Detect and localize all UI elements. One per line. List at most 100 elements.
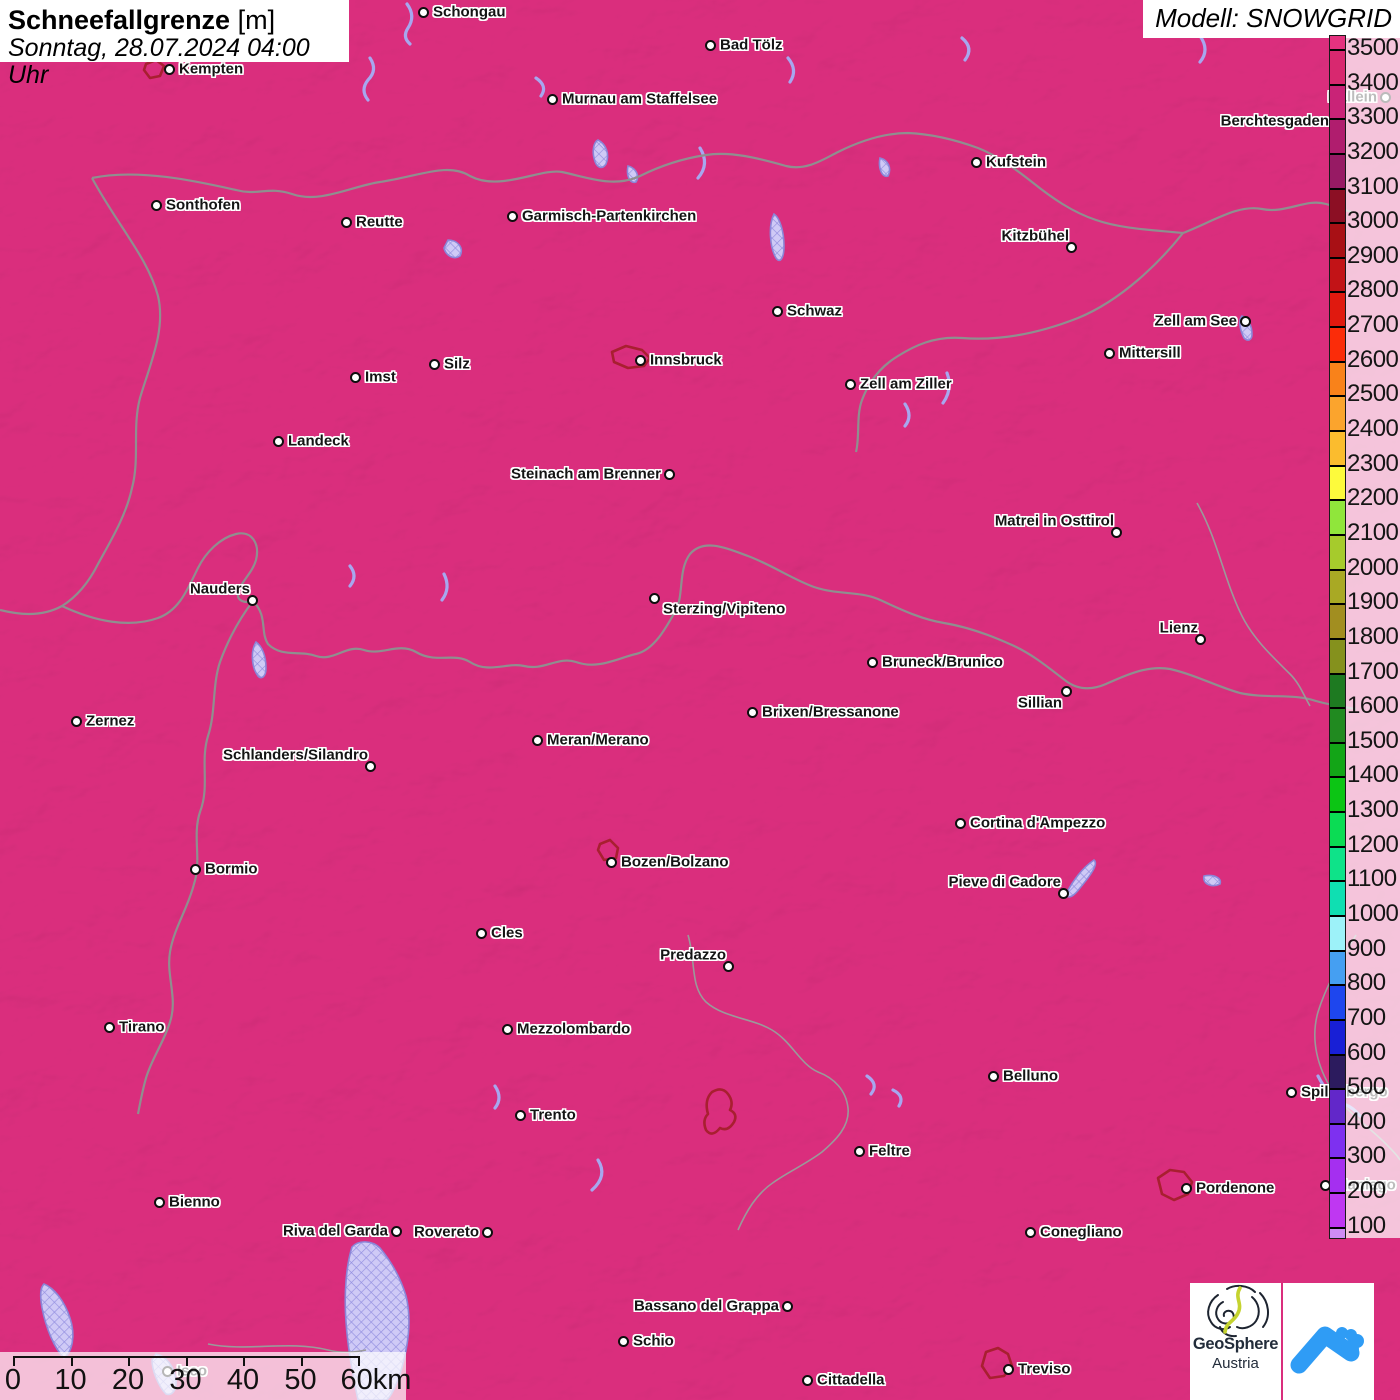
city-label: Berchtesgaden (1220, 112, 1329, 130)
colorbar-tick (1330, 1088, 1345, 1091)
title-unit: [m] (230, 5, 276, 35)
model-label: Modell: SNOWGRID (1155, 3, 1392, 33)
city-label: Meran/Merano (547, 731, 649, 749)
colorbar-band (1330, 223, 1345, 258)
scalebar-label: 40 (226, 1364, 260, 1396)
colorbar-tick-label: 3100 (1347, 172, 1399, 200)
city-dot (475, 927, 487, 939)
colorbar-tick (1330, 776, 1345, 779)
colorbar-band (1330, 742, 1345, 778)
colorbar-tick-label: 2600 (1347, 345, 1399, 373)
colorbar (1329, 35, 1346, 1239)
city-label: Cortina d'Ampezzo (970, 814, 1106, 832)
city-dot (954, 817, 966, 829)
colorbar-tick-label: 200 (1347, 1176, 1386, 1204)
colorbar-tick-label: 1200 (1347, 830, 1399, 858)
colorbar-band (1330, 188, 1345, 224)
colorbar-tick (1330, 464, 1345, 467)
colorbar-band (1330, 1158, 1345, 1194)
colorbar-tick-label: 400 (1347, 1107, 1386, 1135)
colorbar-band (1330, 916, 1345, 951)
city-dot (1239, 315, 1251, 327)
colorbar-band (1330, 673, 1345, 709)
colorbar-band (1330, 708, 1345, 743)
colorbar-tick (1330, 741, 1345, 744)
city-dot (1285, 1086, 1297, 1098)
city-label: Imst (365, 368, 396, 386)
colorbar-band (1330, 36, 1345, 50)
colorbar-tick (1330, 118, 1345, 121)
colorbar-band (1330, 638, 1345, 674)
colorbar-tick (1330, 83, 1345, 86)
geosphere-logo-subtext: Austria (1212, 1355, 1259, 1372)
colorbar-tick (1330, 1122, 1345, 1125)
colorbar-tick (1330, 880, 1345, 883)
colorbar-tick-label: 2000 (1347, 553, 1399, 581)
city-label: Mittersill (1119, 344, 1181, 362)
colorbar-tick-label: 600 (1347, 1038, 1386, 1066)
city-label: Tirano (119, 1018, 165, 1036)
city-dot (506, 210, 518, 222)
city-dot (746, 706, 758, 718)
geosphere-logo-text: GeoSphere (1192, 1335, 1279, 1353)
city-label: Cittadella (817, 1371, 885, 1389)
city-dot (546, 93, 558, 105)
colorbar-band (1330, 812, 1345, 847)
colorbar-band (1330, 846, 1345, 882)
city-label: Belluno (1003, 1067, 1058, 1085)
city-label: Murnau am Staffelsee (562, 90, 718, 108)
city-dot (1002, 1363, 1014, 1375)
city-label: Sonthofen (166, 196, 241, 214)
city-label: Feltre (869, 1142, 910, 1160)
colorbar-tick (1330, 949, 1345, 952)
map-datetime: Sonntag, 28.07.2024 04:00 Uhr (8, 34, 310, 89)
colorbar-band (1330, 361, 1345, 397)
colorbar-tick-label: 3200 (1347, 137, 1399, 165)
colorbar-tick (1330, 49, 1345, 51)
colorbar-tick (1330, 603, 1345, 606)
colorbar-tick (1330, 360, 1345, 363)
city-label: Steinach am Brenner (510, 465, 661, 483)
city-label: Bad Tölz (720, 36, 783, 54)
scalebar-label: 20 (111, 1364, 145, 1396)
colorbar-tick (1330, 187, 1345, 190)
colorbar-tick-label: 800 (1347, 969, 1386, 997)
colorbar-band (1330, 84, 1345, 120)
city-label: Innsbruck (650, 351, 722, 369)
scalebar-label: 50 (284, 1364, 317, 1396)
city-label: Pordenone (1196, 1179, 1275, 1197)
colorbar-tick-label: 1000 (1347, 899, 1399, 927)
scalebar-label: 0 (4, 1364, 22, 1396)
city-label: Pieve di Cadore (948, 873, 1061, 891)
city-dot (428, 358, 440, 370)
colorbar-band (1330, 604, 1345, 639)
geosphere-logo-box: GeoSphere Austria (1190, 1283, 1281, 1400)
city-label: Zernez (86, 712, 135, 730)
colorbar-band (1330, 327, 1345, 362)
city-dot (853, 1145, 865, 1157)
city-label: Bozen/Bolzano (621, 853, 729, 871)
colorbar-band (1330, 1089, 1345, 1124)
colorbar-tick (1330, 1192, 1345, 1195)
partner-logo-box (1283, 1283, 1374, 1400)
colorbar-tick (1330, 395, 1345, 398)
colorbar-band (1330, 396, 1345, 432)
city-label: Nauders (189, 580, 250, 598)
colorbar-tick-label: 700 (1347, 1003, 1386, 1031)
city-label: Zell am Ziller (860, 375, 952, 393)
colorbar-band (1330, 50, 1345, 85)
city-dot (704, 39, 716, 51)
colorbar-tick-label: 1500 (1347, 726, 1399, 754)
colorbar-tick-label: 1300 (1347, 795, 1399, 823)
city-label: Schlanders/Silandro (222, 746, 368, 764)
city-label: Matrei in Osttirol (994, 512, 1114, 530)
city-dot (153, 1196, 165, 1208)
colorbar-tick (1330, 1226, 1345, 1229)
colorbar-tick-label: 2800 (1347, 276, 1399, 304)
city-label: Schwaz (787, 302, 843, 320)
colorbar-tick-label: 100 (1347, 1211, 1386, 1239)
city-label: Zell am See (1154, 312, 1237, 330)
city-dot (844, 378, 856, 390)
city-label: Riva del Garda (282, 1222, 388, 1240)
colorbar-tick-label: 1400 (1347, 761, 1399, 789)
